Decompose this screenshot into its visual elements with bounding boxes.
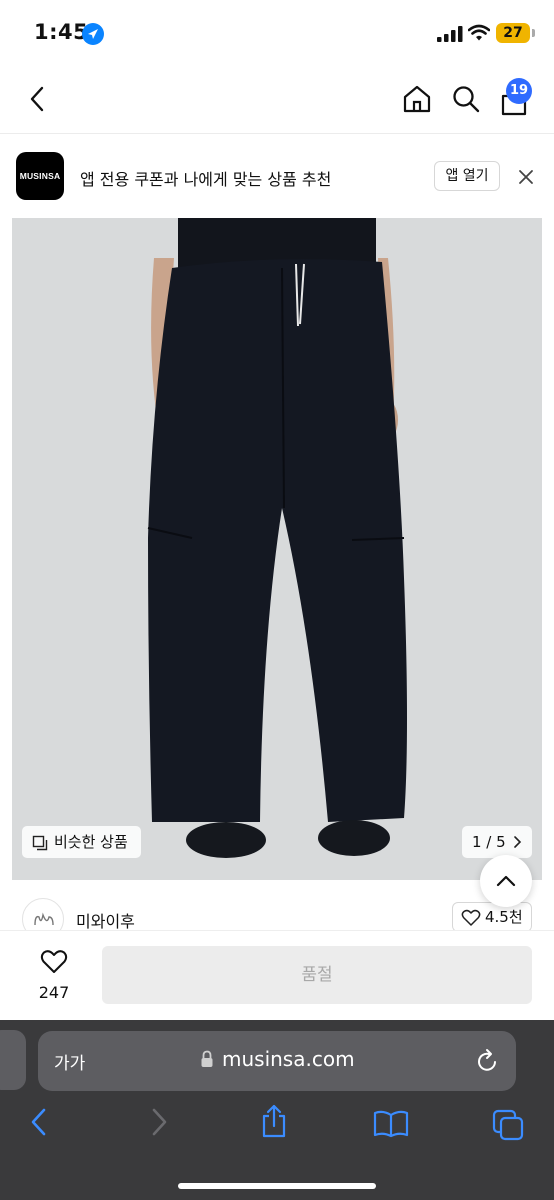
reload-icon[interactable] [476, 1048, 500, 1074]
chevron-up-icon [496, 875, 516, 887]
status-bar: 1:45 27 [0, 0, 554, 66]
browser-forward-icon[interactable] [148, 1107, 170, 1137]
similar-products-button[interactable]: 비슷한 상품 [22, 826, 141, 858]
scroll-to-top-button[interactable] [480, 855, 532, 907]
soldout-button[interactable]: 품절 [102, 946, 532, 1004]
banner-message: 앱 전용 쿠폰과 나에게 맞는 상품 추천 [80, 170, 332, 189]
site-header: 19 [0, 66, 554, 134]
app-install-banner: MUSINSA 앱 전용 쿠폰과 나에게 맞는 상품 추천 앱 열기 [0, 134, 554, 218]
lock-icon [201, 1050, 213, 1067]
similar-products-label: 비슷한 상품 [54, 833, 128, 851]
brand-logo[interactable] [22, 898, 64, 930]
browser-back-icon[interactable] [28, 1107, 50, 1137]
location-arrow-icon [82, 23, 104, 45]
close-icon[interactable] [516, 167, 536, 187]
tabs-icon[interactable] [492, 1109, 524, 1141]
url-text: musinsa.com [222, 1047, 355, 1071]
home-indicator [178, 1183, 376, 1189]
previous-tab-peek[interactable] [0, 1030, 26, 1090]
heart-outline-icon [461, 909, 481, 926]
battery-level: 27 [503, 25, 523, 41]
search-icon[interactable] [451, 84, 481, 114]
brand-row: 미와이후 4.5천 [0, 880, 554, 930]
address-bar[interactable]: 가가 musinsa.com [38, 1031, 516, 1091]
cellular-signal-icon [437, 26, 463, 42]
like-count: 247 [38, 983, 70, 1002]
product-image[interactable] [12, 218, 542, 880]
product-photo-pants [12, 218, 542, 880]
brand-name[interactable]: 미와이후 [76, 908, 135, 930]
similar-items-icon [32, 835, 48, 851]
purchase-action-bar: 247 품절 [0, 930, 554, 1020]
cart-count-badge: 19 [506, 78, 532, 104]
brand-like-count: 4.5천 [485, 908, 523, 926]
bookmarks-icon[interactable] [373, 1110, 409, 1138]
home-icon[interactable] [402, 84, 432, 114]
share-icon[interactable] [259, 1104, 289, 1138]
musinsa-logo: MUSINSA [16, 152, 64, 200]
image-counter[interactable]: 1 / 5 [462, 826, 532, 858]
chevron-right-icon [514, 836, 522, 848]
browser-toolbar: 가가 musinsa.com [0, 1020, 554, 1200]
battery-icon: 27 [496, 23, 530, 43]
like-button[interactable]: 247 [24, 949, 84, 1005]
open-app-button[interactable]: 앱 열기 [434, 161, 500, 191]
status-time: 1:45 [34, 20, 89, 44]
heart-icon [40, 950, 68, 973]
image-counter-text: 1 / 5 [472, 833, 506, 851]
battery-cap [532, 29, 535, 37]
wifi-icon [468, 24, 490, 41]
text-size-button[interactable]: 가가 [54, 1049, 85, 1074]
back-icon[interactable] [28, 86, 48, 112]
cart-count: 19 [509, 83, 529, 98]
